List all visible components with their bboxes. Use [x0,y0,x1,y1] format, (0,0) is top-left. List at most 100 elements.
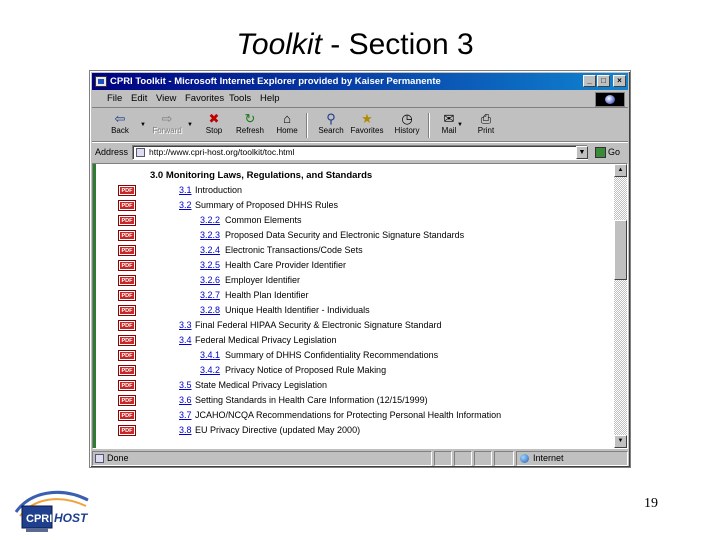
toc-row: PDF 3.7 JCAHO/NCQA Recommendations for Pro… [93,409,593,422]
toc-link[interactable]: 3.1 [179,184,192,197]
history-button[interactable]: ◷ History [390,111,424,140]
stop-icon: ✖ [208,111,220,126]
pdf-icon[interactable]: PDF [118,260,136,271]
search-icon: ⚲ [326,111,336,126]
toc-item-title: State Medical Privacy Legislation [195,380,328,390]
scroll-down-icon[interactable]: ▼ [614,435,627,448]
zone-text: Internet [533,453,564,463]
title-bar[interactable]: CPRI Toolkit - Microsoft Internet Explor… [92,73,628,90]
toc-row: PDF 3.2.4 Electronic Transactions/Code Set… [93,244,593,257]
pdf-icon[interactable]: PDF [118,200,136,211]
browser-window: CPRI Toolkit - Microsoft Internet Explor… [89,70,631,468]
stop-button[interactable]: ✖ Stop [197,111,231,140]
toc-link[interactable]: 3.2.7 [200,289,220,302]
menu-bar: File Edit View Favorites Tools Help [92,91,628,108]
menu-file[interactable]: File [107,93,122,105]
vertical-scrollbar[interactable]: ▲ ▼ [614,164,627,448]
printer-icon: ⎙ [480,111,492,126]
toc-link[interactable]: 3.6 [179,394,192,407]
home-button[interactable]: ⌂ Home [270,111,304,140]
toc-link[interactable]: 3.4 [179,334,192,347]
window-controls: _ □ × [583,75,626,87]
toc-link[interactable]: 3.5 [179,379,192,392]
ie-app-icon[interactable] [95,76,107,87]
logo-text-left: CPRI [26,513,52,525]
toc-row: PDF 3.4 Federal Medical Privacy Legislatio… [93,334,593,347]
status-cell [454,451,472,466]
address-input[interactable]: http://www.cpri-host.org/toolkit/toc.htm… [132,145,588,160]
logo-text-right: HOST [54,511,89,525]
page-done-icon [95,454,104,463]
toc-row: PDF 3.2.6 Employer Identifier [93,274,593,287]
toc-link[interactable]: 3.2.4 [200,244,220,257]
menu-tools[interactable]: Tools [229,93,251,105]
status-cell [494,451,514,466]
pdf-icon[interactable]: PDF [118,215,136,226]
toc-link[interactable]: 3.2.5 [200,259,220,272]
back-dropdown-icon[interactable]: ▼ [140,122,146,128]
minimize-button[interactable]: _ [583,75,596,87]
toc-area: 3.0 Monitoring Laws, Regulations, and St… [93,164,614,448]
favorites-button[interactable]: ★ Favorites [350,111,384,140]
pdf-icon[interactable]: PDF [118,425,136,436]
toc-link[interactable]: 3.7 [179,409,192,422]
back-arrow-icon: ⇦ [114,111,126,126]
toc-link[interactable]: 3.3 [179,319,192,332]
toc-row: PDF 3.1 Introduction [93,184,593,197]
stop-label: Stop [205,126,223,135]
menu-help[interactable]: Help [260,93,280,105]
print-button[interactable]: ⎙ Print [469,111,503,140]
pdf-icon[interactable]: PDF [118,290,136,301]
menu-edit[interactable]: Edit [131,93,147,105]
toc-link[interactable]: 3.2 [179,199,192,212]
pdf-icon[interactable]: PDF [118,320,136,331]
menu-favorites[interactable]: Favorites [185,93,224,105]
page-number: 19 [644,496,658,511]
forward-button[interactable]: ⇨ Forward [150,111,184,140]
toc-link[interactable]: 3.4.1 [200,349,220,362]
ie-throbber-icon [595,92,625,107]
pdf-icon[interactable]: PDF [118,185,136,196]
toc-item-title: Summary of DHHS Confidentiality Recommen… [225,350,439,360]
pdf-icon[interactable]: PDF [118,410,136,421]
toc-link[interactable]: 3.2.6 [200,274,220,287]
go-button[interactable]: Go [595,146,620,159]
toc-item-title: Introduction [195,185,243,195]
search-button[interactable]: ⚲ Search [314,111,348,140]
pdf-icon[interactable]: PDF [118,380,136,391]
back-button[interactable]: ⇦ Back [103,111,137,140]
toc-link[interactable]: 3.4.2 [200,364,220,377]
forward-dropdown-icon[interactable]: ▼ [187,122,193,128]
mail-dropdown-icon[interactable]: ▼ [457,122,463,128]
toc-link[interactable]: 3.2.2 [200,214,220,227]
pdf-icon[interactable]: PDF [118,305,136,316]
back-label: Back [111,126,129,135]
toc-item-title: Electronic Transactions/Code Sets [225,245,363,255]
pdf-icon[interactable]: PDF [118,350,136,361]
refresh-icon: ↻ [244,111,256,126]
toc-link[interactable]: 3.2.8 [200,304,220,317]
pdf-icon[interactable]: PDF [118,395,136,406]
close-button[interactable]: × [613,75,626,87]
status-bar: Done Internet [92,451,628,466]
menu-view[interactable]: View [156,93,176,105]
toc-item-title: Health Care Provider Identifier [225,260,347,270]
scroll-up-icon[interactable]: ▲ [614,164,627,177]
pdf-icon[interactable]: PDF [118,245,136,256]
toc-item-title: Summary of Proposed DHHS Rules [195,200,339,210]
pdf-icon[interactable]: PDF [118,335,136,346]
pdf-icon[interactable]: PDF [118,230,136,241]
maximize-button[interactable]: □ [597,75,610,87]
refresh-button[interactable]: ↻ Refresh [233,111,267,140]
home-label: Home [276,126,298,135]
toc-link[interactable]: 3.8 [179,424,192,437]
toc-row: PDF 3.2.5 Health Care Provider Identifier [93,259,593,272]
scroll-thumb[interactable] [614,220,627,280]
standard-toolbar: ⇦ Back ▼ ⇨ Forward ▼ ✖ Stop ↻ Refresh ⌂ … [92,109,628,142]
address-dropdown-icon[interactable]: ▼ [576,146,588,159]
pdf-icon[interactable]: PDF [118,365,136,376]
toc-item-title: Common Elements [225,215,302,225]
toc-link[interactable]: 3.2.3 [200,229,220,242]
pdf-icon[interactable]: PDF [118,275,136,286]
security-zone: Internet [516,451,628,466]
